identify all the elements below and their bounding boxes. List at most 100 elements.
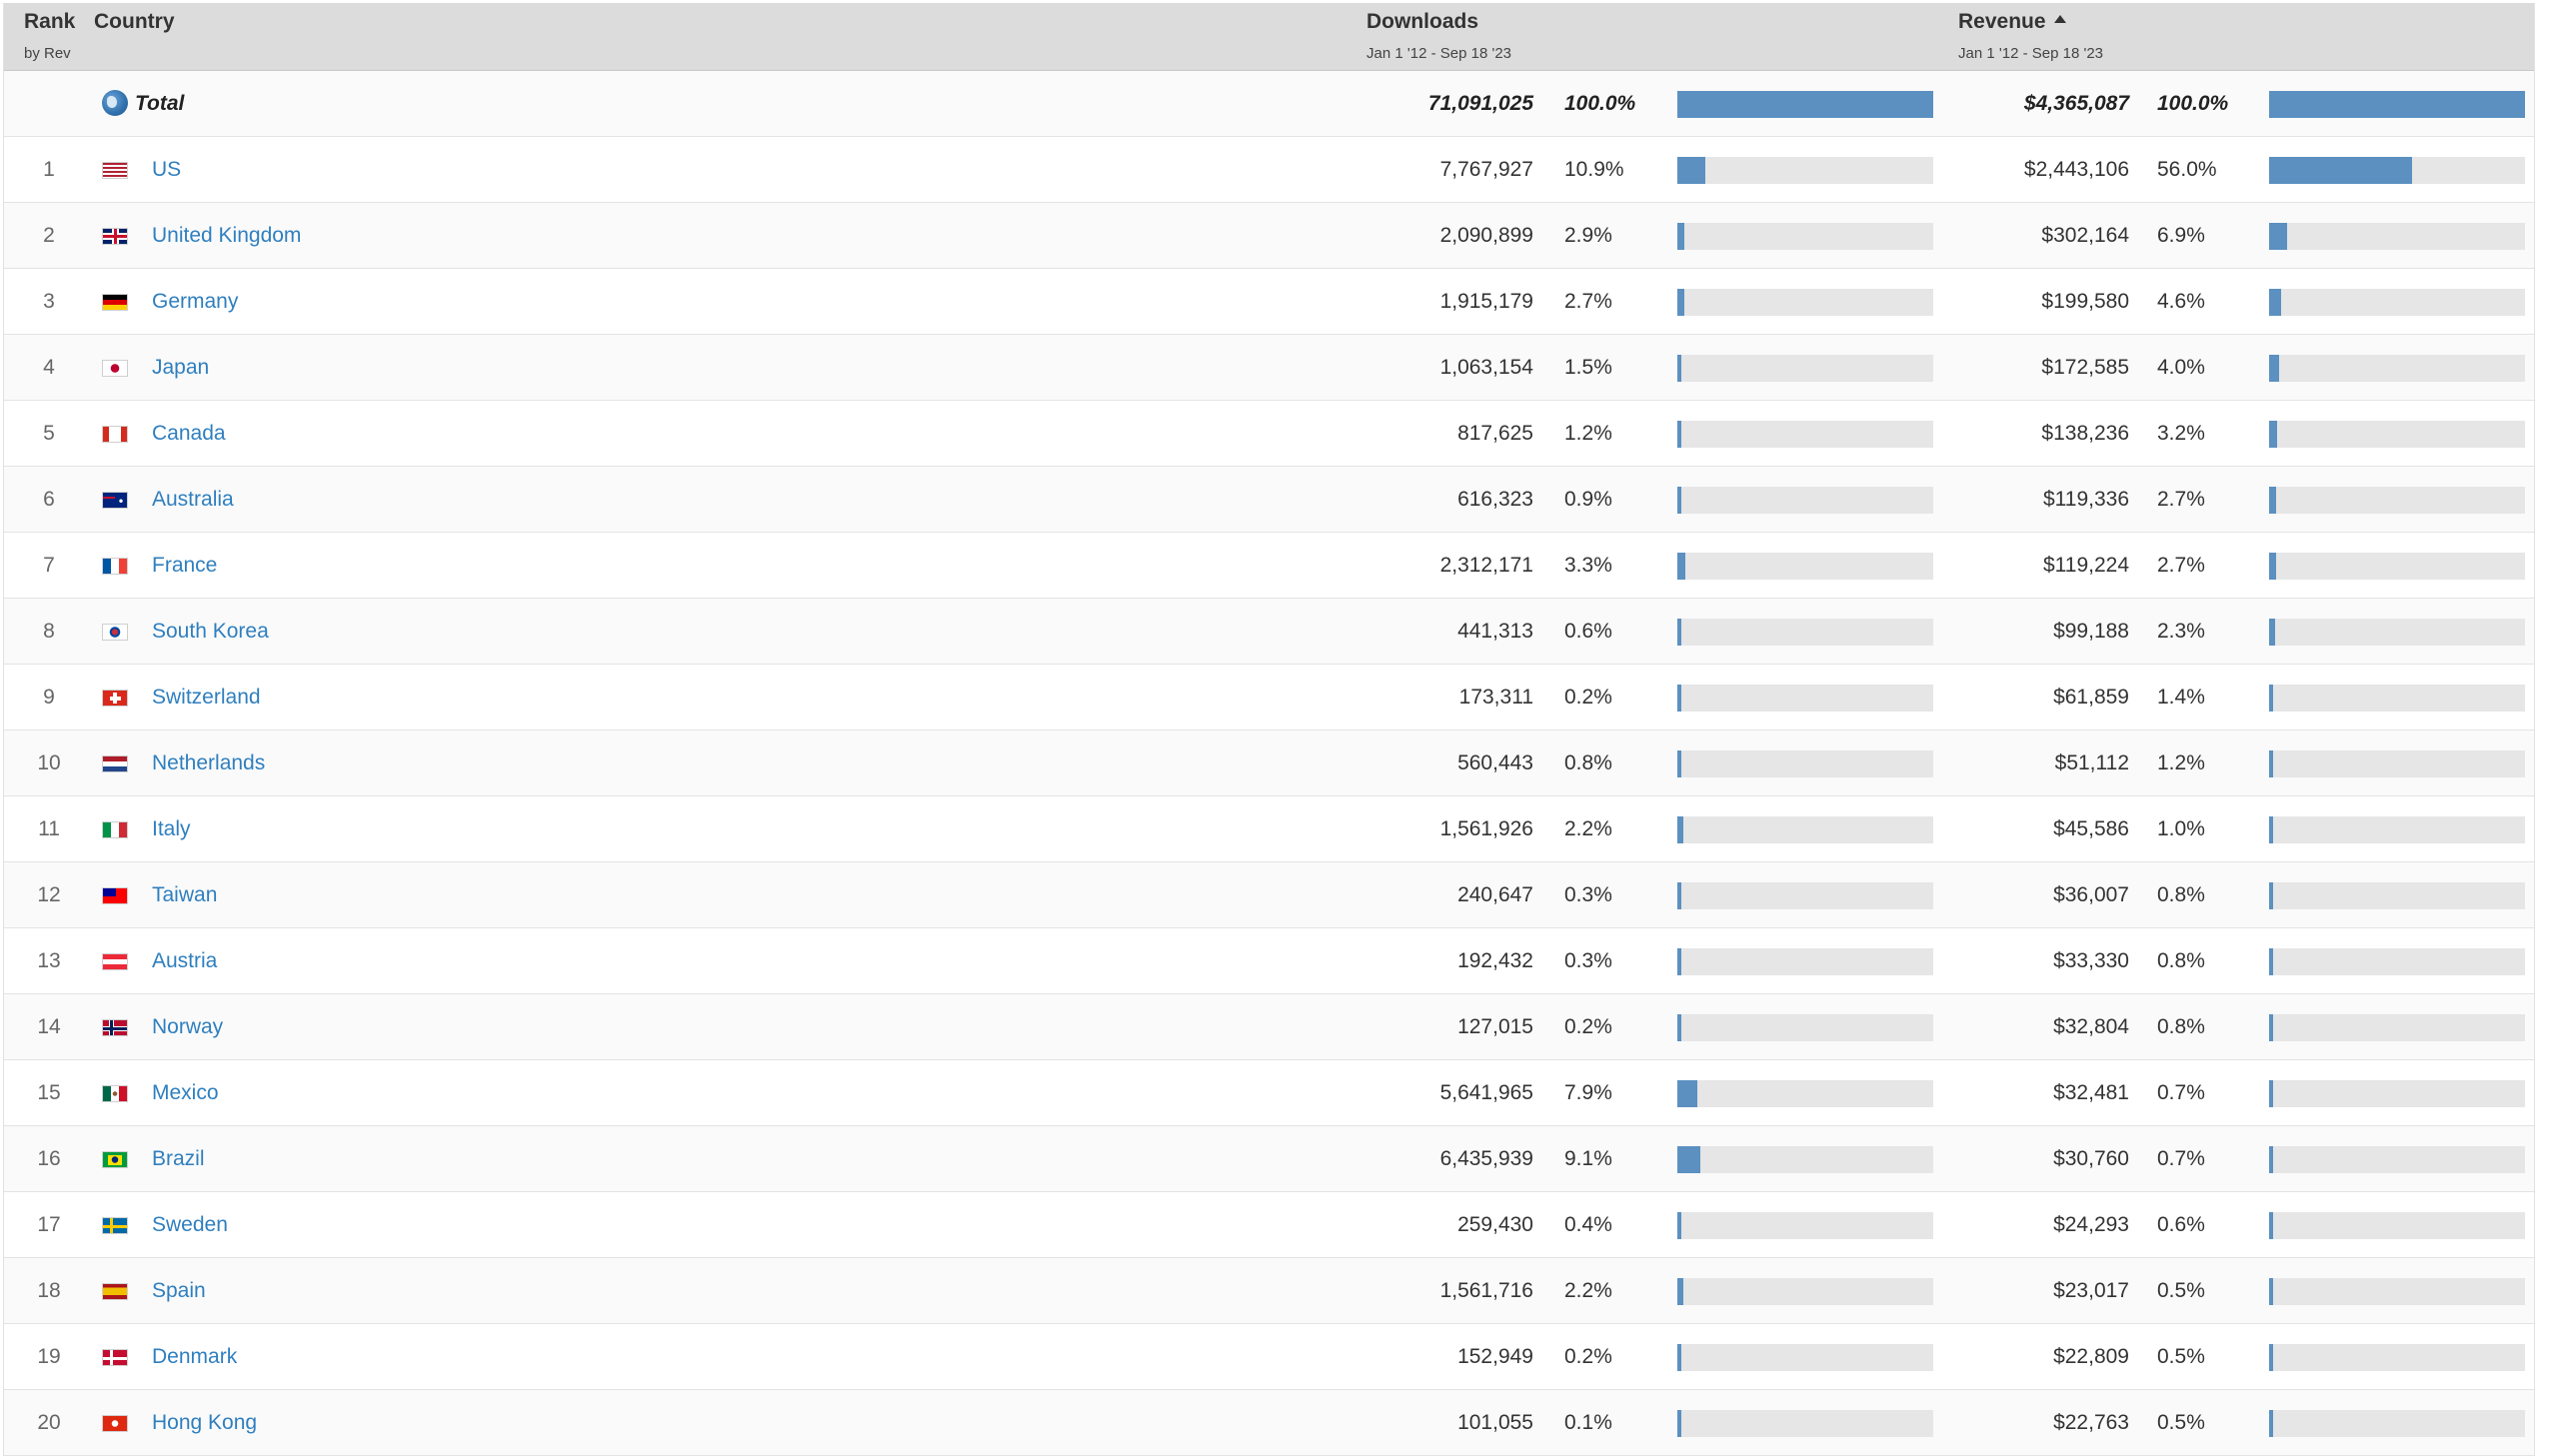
flag-it-icon: [102, 821, 128, 838]
downloads-percent-cell: 0.8%: [1564, 751, 1612, 774]
downloads-share-bar: [1677, 685, 1933, 712]
rank-cell: 3: [43, 290, 55, 313]
globe-icon: [102, 90, 128, 116]
downloads-share-bar: [1677, 1212, 1933, 1239]
table-row[interactable]: 2 United Kingdom 2,090,899 2.9% $302,164 6.9%: [4, 203, 2534, 269]
country-link[interactable]: Austria: [152, 928, 217, 993]
revenue-cell: $32,804: [2053, 1015, 2129, 1038]
table-row[interactable]: 7 France 2,312,171 3.3% $119,224 2.7%: [4, 533, 2534, 599]
country-link[interactable]: Australia: [152, 467, 234, 532]
country-link[interactable]: Spain: [152, 1258, 206, 1323]
flag-gb-icon: [102, 228, 128, 245]
downloads-percent-cell: 0.1%: [1564, 1411, 1612, 1434]
table-row[interactable]: 11 Italy 1,561,926 2.2% $45,586 1.0%: [4, 796, 2534, 862]
downloads-cell: 1,561,716: [1439, 1279, 1533, 1302]
table-row[interactable]: 5 Canada 817,625 1.2% $138,236 3.2%: [4, 401, 2534, 467]
revenue-cell: $24,293: [2053, 1213, 2129, 1236]
revenue-share-fill: [2269, 1344, 2273, 1371]
revenue-share-bar: [2269, 1212, 2525, 1239]
downloads-percent-cell: 100.0%: [1564, 92, 1636, 115]
downloads-share-bar: [1677, 1410, 1933, 1437]
table-row[interactable]: 17 Sweden 259,430 0.4% $24,293 0.6%: [4, 1192, 2534, 1258]
flag-se-icon: [102, 1217, 128, 1234]
country-link[interactable]: United Kingdom: [152, 203, 301, 268]
downloads-percent-cell: 9.1%: [1564, 1147, 1612, 1170]
country-link[interactable]: Norway: [152, 994, 223, 1059]
table-row[interactable]: 18 Spain 1,561,716 2.2% $23,017 0.5%: [4, 1258, 2534, 1324]
revenue-share-fill: [2269, 619, 2275, 646]
flag-hk-icon: [102, 1415, 128, 1432]
downloads-share-fill: [1677, 1014, 1681, 1041]
downloads-percent-cell: 2.2%: [1564, 817, 1612, 840]
total-row[interactable]: Total 71,091,025 100.0% $4,365,087 100.0%: [4, 71, 2534, 137]
revenue-share-fill: [2269, 553, 2276, 580]
revenue-percent-cell: 1.0%: [2157, 817, 2205, 840]
revenue-share-bar: [2269, 882, 2525, 909]
country-link[interactable]: Switzerland: [152, 665, 261, 729]
downloads-cell: 192,432: [1457, 949, 1533, 972]
revenue-percent-cell: 6.9%: [2157, 224, 2205, 247]
rank-cell: 9: [43, 686, 55, 709]
country-link[interactable]: Brazil: [152, 1126, 205, 1191]
table-row[interactable]: 9 Switzerland 173,311 0.2% $61,859 1.4%: [4, 665, 2534, 730]
table-row[interactable]: 6 Australia 616,323 0.9% $119,336 2.7%: [4, 467, 2534, 533]
flag-ch-icon: [102, 690, 128, 707]
downloads-percent-cell: 3.3%: [1564, 554, 1612, 577]
downloads-share-bar: [1677, 1146, 1933, 1173]
revenue-share-fill: [2269, 1410, 2273, 1437]
table-row[interactable]: 8 South Korea 441,313 0.6% $99,188 2.3%: [4, 599, 2534, 665]
revenue-cell: $4,365,087: [2023, 92, 2129, 115]
downloads-share-fill: [1677, 91, 1933, 118]
table-row[interactable]: 1 US 7,767,927 10.9% $2,443,106 56.0%: [4, 137, 2534, 203]
table-row[interactable]: 13 Austria 192,432 0.3% $33,330 0.8%: [4, 928, 2534, 994]
downloads-share-fill: [1677, 1080, 1698, 1107]
country-link[interactable]: Japan: [152, 335, 209, 400]
downloads-share-fill: [1677, 1344, 1681, 1371]
downloads-cell: 5,641,965: [1439, 1081, 1533, 1104]
downloads-cell: 173,311: [1458, 686, 1533, 709]
revenue-cell: $22,809: [2053, 1345, 2129, 1368]
downloads-share-fill: [1677, 289, 1684, 316]
country-column-header[interactable]: Country: [94, 10, 175, 34]
downloads-percent-cell: 1.2%: [1564, 422, 1612, 445]
table-row[interactable]: 14 Norway 127,015 0.2% $32,804 0.8%: [4, 994, 2534, 1060]
downloads-percent-cell: 10.9%: [1564, 158, 1624, 181]
rank-column-header[interactable]: Rank: [24, 10, 75, 34]
table-row[interactable]: 10 Netherlands 560,443 0.8% $51,112 1.2%: [4, 730, 2534, 796]
country-link[interactable]: South Korea: [152, 599, 269, 664]
table-row[interactable]: 12 Taiwan 240,647 0.3% $36,007 0.8%: [4, 862, 2534, 928]
revenue-cell: $22,763: [2053, 1411, 2129, 1434]
country-link[interactable]: Italy: [152, 796, 191, 861]
country-link[interactable]: Germany: [152, 269, 238, 334]
rank-cell: 6: [43, 488, 55, 511]
downloads-share-bar: [1677, 1278, 1933, 1305]
country-link[interactable]: Hong Kong: [152, 1390, 257, 1455]
table-row[interactable]: 4 Japan 1,063,154 1.5% $172,585 4.0%: [4, 335, 2534, 401]
country-link[interactable]: Taiwan: [152, 862, 217, 927]
revenue-percent-cell: 100.0%: [2157, 92, 2229, 115]
downloads-column-header[interactable]: Downloads: [1366, 10, 1478, 34]
table-row[interactable]: 20 Hong Kong 101,055 0.1% $22,763 0.5%: [4, 1390, 2534, 1456]
country-link[interactable]: Mexico: [152, 1060, 219, 1125]
table-row[interactable]: 15 Mexico 5,641,965 7.9% $32,481 0.7%: [4, 1060, 2534, 1126]
rank-cell: 8: [43, 620, 55, 643]
country-link[interactable]: Netherlands: [152, 730, 265, 795]
revenue-share-bar: [2269, 1278, 2525, 1305]
revenue-share-fill: [2269, 157, 2413, 184]
revenue-share-bar: [2269, 1410, 2525, 1437]
table-row[interactable]: 16 Brazil 6,435,939 9.1% $30,760 0.7%: [4, 1126, 2534, 1192]
table-row[interactable]: 3 Germany 1,915,179 2.7% $199,580 4.6%: [4, 269, 2534, 335]
country-link[interactable]: Sweden: [152, 1192, 228, 1257]
revenue-column-header[interactable]: Revenue: [1958, 10, 2066, 34]
revenue-cell: $172,585: [2041, 356, 2129, 379]
country-link[interactable]: Denmark: [152, 1324, 237, 1389]
table-row[interactable]: 19 Denmark 152,949 0.2% $22,809 0.5%: [4, 1324, 2534, 1390]
revenue-cell: $119,224: [2042, 554, 2129, 577]
country-link[interactable]: US: [152, 137, 181, 202]
revenue-share-bar: [2269, 355, 2525, 382]
rank-cell: 20: [37, 1411, 61, 1434]
downloads-share-bar: [1677, 487, 1933, 514]
country-link[interactable]: France: [152, 533, 217, 598]
country-link[interactable]: Canada: [152, 401, 226, 466]
downloads-share-bar: [1677, 553, 1933, 580]
